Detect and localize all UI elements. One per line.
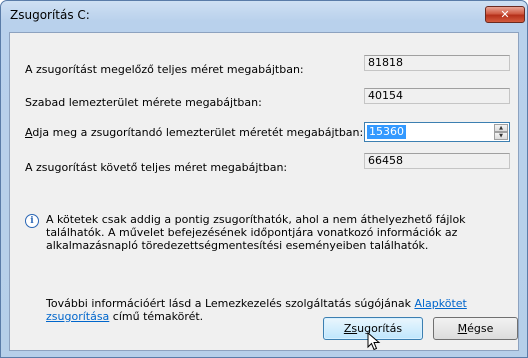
chevron-up-icon: ▲	[499, 125, 503, 131]
shrink-accel: Zs	[343, 322, 358, 335]
more-info-prefix: További információért lásd a Lemezkezelé…	[46, 297, 415, 310]
free-space-label: Szabad lemezterület mérete megabájtban:	[25, 96, 262, 109]
info-icon: i	[25, 214, 39, 228]
close-icon: ✕	[500, 8, 510, 21]
cancel-button[interactable]: Mégse	[433, 317, 518, 340]
shrink-amount-label-text: dja meg a zsugorítandó lemezterület mére…	[32, 126, 364, 139]
more-info-suffix: című témakörét.	[109, 310, 204, 323]
shrink-dialog: Zsugorítás C: ✕ A zsugorítást megelőző t…	[0, 0, 528, 358]
chevron-down-icon: ▼	[499, 133, 503, 139]
spin-buttons: ▲ ▼	[494, 124, 508, 140]
free-space-value: 40154	[364, 88, 510, 104]
dialog-body: A zsugorítást megelőző teljes méret mega…	[9, 32, 519, 351]
total-after-label: A zsugorítást követő teljes méret megabá…	[25, 161, 288, 174]
spin-down-button[interactable]: ▼	[494, 132, 508, 140]
shrink-amount-input[interactable]: 15360	[367, 125, 406, 139]
info-text: A kötetek csak addig a pontig zsugorítha…	[46, 213, 466, 252]
dialog-title: Zsugorítás C:	[10, 8, 90, 22]
total-before-label: A zsugorítást megelőző teljes méret mega…	[25, 63, 304, 76]
total-before-value: 81818	[364, 55, 510, 71]
cancel-accel: M	[457, 322, 468, 335]
cancel-button-label: égse	[467, 322, 494, 335]
total-after-value: 66458	[364, 153, 510, 169]
close-button[interactable]: ✕	[485, 6, 525, 23]
mouse-cursor-icon	[367, 332, 381, 351]
shrink-amount-spinbox[interactable]: 15360 ▲ ▼	[364, 122, 510, 142]
shrink-amount-label: Adja meg a zsugorítandó lemezterület mér…	[25, 126, 363, 139]
title-bar[interactable]: Zsugorítás C: ✕	[1, 1, 527, 32]
spin-up-button[interactable]: ▲	[494, 124, 508, 132]
